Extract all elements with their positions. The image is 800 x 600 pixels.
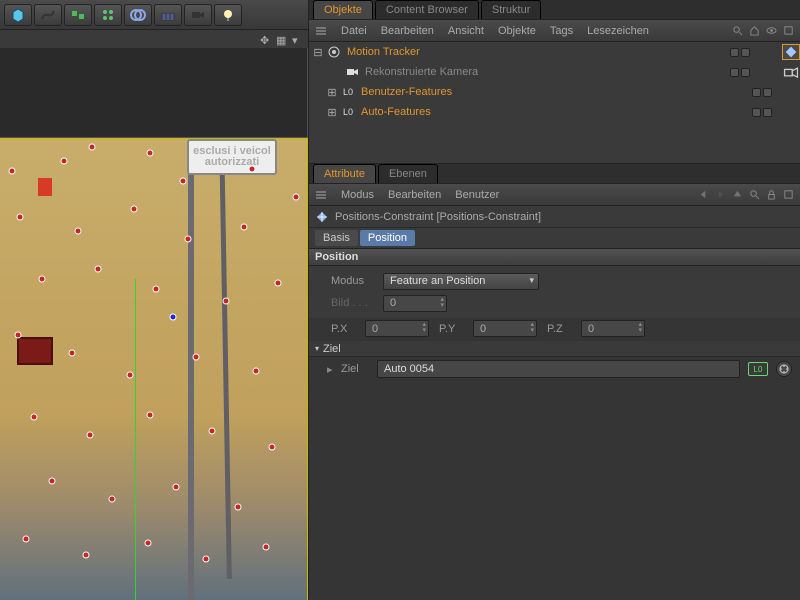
objects-menu: Datei Bearbeiten Ansicht Objekte Tags Le… [309, 20, 800, 42]
tab-struktur[interactable]: Struktur [481, 0, 542, 19]
bild-field[interactable]: 0▴▾ [383, 295, 447, 312]
ziel-picker-icon[interactable] [776, 361, 792, 377]
tree-label: Benutzer-Features [359, 86, 748, 98]
maximize-icon[interactable] [783, 25, 794, 36]
boolean-icon[interactable] [124, 4, 152, 26]
tree-label: Motion Tracker [345, 46, 726, 58]
modus-label: Modus [331, 275, 375, 287]
back-icon[interactable] [698, 189, 709, 200]
ziel-label: Ziel [341, 363, 369, 375]
section-ziel[interactable]: Ziel [309, 341, 800, 357]
tree-item-auto-features[interactable]: ⊞ L0 Auto-Features [309, 102, 800, 122]
menu-modus[interactable]: Modus [341, 189, 374, 201]
null-icon: L0 [341, 105, 355, 119]
menu-bearbeiten[interactable]: Bearbeiten [381, 25, 434, 37]
px-field[interactable]: 0▴▾ [365, 320, 429, 337]
attribute-menu: Modus Bearbeiten Benutzer [309, 184, 800, 206]
tab-attribute[interactable]: Attribute [313, 164, 376, 183]
viewport-mini-toolbar: ✥ ▦ ▾ [0, 30, 308, 48]
tab-ebenen[interactable]: Ebenen [378, 164, 438, 183]
attribute-panel: Positions-Constraint [Positions-Constrai… [309, 206, 800, 600]
tree-label: Auto-Features [359, 106, 748, 118]
null-icon: L0 [341, 85, 355, 99]
subtab-basis[interactable]: Basis [315, 230, 358, 246]
attr-sub-tabs: Basis Position [309, 228, 800, 248]
expand-icon[interactable]: ⊞ [327, 86, 337, 99]
pz-field[interactable]: 0▴▾ [581, 320, 645, 337]
move-icon[interactable]: ✥ [260, 34, 270, 44]
section-position: Position [309, 248, 800, 266]
tab-objects[interactable]: Objekte [313, 0, 373, 19]
forward-icon[interactable] [715, 189, 726, 200]
tree-item-motion-tracker[interactable]: ⊟ Motion Tracker [309, 42, 800, 62]
menu-bearbeiten[interactable]: Bearbeiten [388, 189, 441, 201]
motion-tracker-icon [327, 45, 341, 59]
main-toolbar [0, 0, 308, 30]
viewport-empty[interactable] [0, 48, 308, 138]
ziel-null-badge: L0 [748, 362, 768, 376]
position-coords: P.X 0▴▾ P.Y 0▴▾ P.Z 0▴▾ [309, 318, 800, 341]
cloner-icon[interactable] [94, 4, 122, 26]
constraint-icon [315, 210, 329, 224]
up-icon[interactable] [732, 189, 743, 200]
camera-view-icon[interactable] [782, 64, 800, 80]
py-field[interactable]: 0▴▾ [473, 320, 537, 337]
floor-icon[interactable] [154, 4, 182, 26]
constraint-header: Positions-Constraint [Positions-Constrai… [309, 206, 800, 228]
tree-item-camera[interactable]: Rekonstruierte Kamera [309, 62, 800, 82]
expand-icon[interactable]: ⊟ [313, 46, 323, 59]
camera-node-icon [345, 65, 359, 79]
eye-icon[interactable] [766, 25, 777, 36]
home-icon[interactable] [749, 25, 760, 36]
search-icon[interactable] [732, 25, 743, 36]
light-icon[interactable] [214, 4, 242, 26]
menu-tags[interactable]: Tags [550, 25, 573, 37]
expand-icon[interactable]: ⊞ [327, 106, 337, 119]
constraint-tag-icon[interactable] [782, 44, 800, 60]
menu-icon[interactable]: ▾ [292, 34, 302, 44]
tab-content-browser[interactable]: Content Browser [375, 0, 479, 19]
burger-icon[interactable] [315, 189, 327, 201]
object-tree: ⊟ Motion Tracker Rekonstruierte Kamera ⊞… [309, 42, 800, 164]
menu-datei[interactable]: Datei [341, 25, 367, 37]
ziel-field[interactable]: Auto 0054 [377, 360, 740, 378]
search-icon[interactable] [749, 189, 760, 200]
lock-icon[interactable] [766, 189, 777, 200]
street-sign: esclusi i veicolautorizzati [187, 139, 277, 175]
menu-ansicht[interactable]: Ansicht [448, 25, 484, 37]
menu-lesezeichen[interactable]: Lesezeichen [587, 25, 649, 37]
px-label: P.X [331, 323, 355, 335]
spline-icon[interactable] [34, 4, 62, 26]
modus-select[interactable]: Feature an Position [383, 273, 539, 290]
subtab-position[interactable]: Position [360, 230, 415, 246]
attribute-tabs: Attribute Ebenen [309, 164, 800, 184]
burger-icon[interactable] [315, 25, 327, 37]
dock-icon[interactable] [783, 189, 794, 200]
viewport-footage[interactable]: esclusi i veicolautorizzati [0, 138, 308, 600]
pz-label: P.Z [547, 323, 571, 335]
menu-benutzer[interactable]: Benutzer [455, 189, 499, 201]
constraint-title: Positions-Constraint [Positions-Constrai… [335, 211, 541, 223]
tree-label: Rekonstruierte Kamera [363, 66, 726, 78]
bild-label: Bild . . . [331, 297, 375, 309]
chevron-right-icon[interactable]: ▸ [327, 363, 333, 376]
cube-icon[interactable] [4, 4, 32, 26]
py-label: P.Y [439, 323, 463, 335]
array-icon[interactable] [64, 4, 92, 26]
camera-icon[interactable] [184, 4, 212, 26]
tree-item-user-features[interactable]: ⊞ L0 Benutzer-Features [309, 82, 800, 102]
manager-tabs: Objekte Content Browser Struktur [309, 0, 800, 20]
grid-icon[interactable]: ▦ [276, 34, 286, 44]
menu-objekte[interactable]: Objekte [498, 25, 536, 37]
